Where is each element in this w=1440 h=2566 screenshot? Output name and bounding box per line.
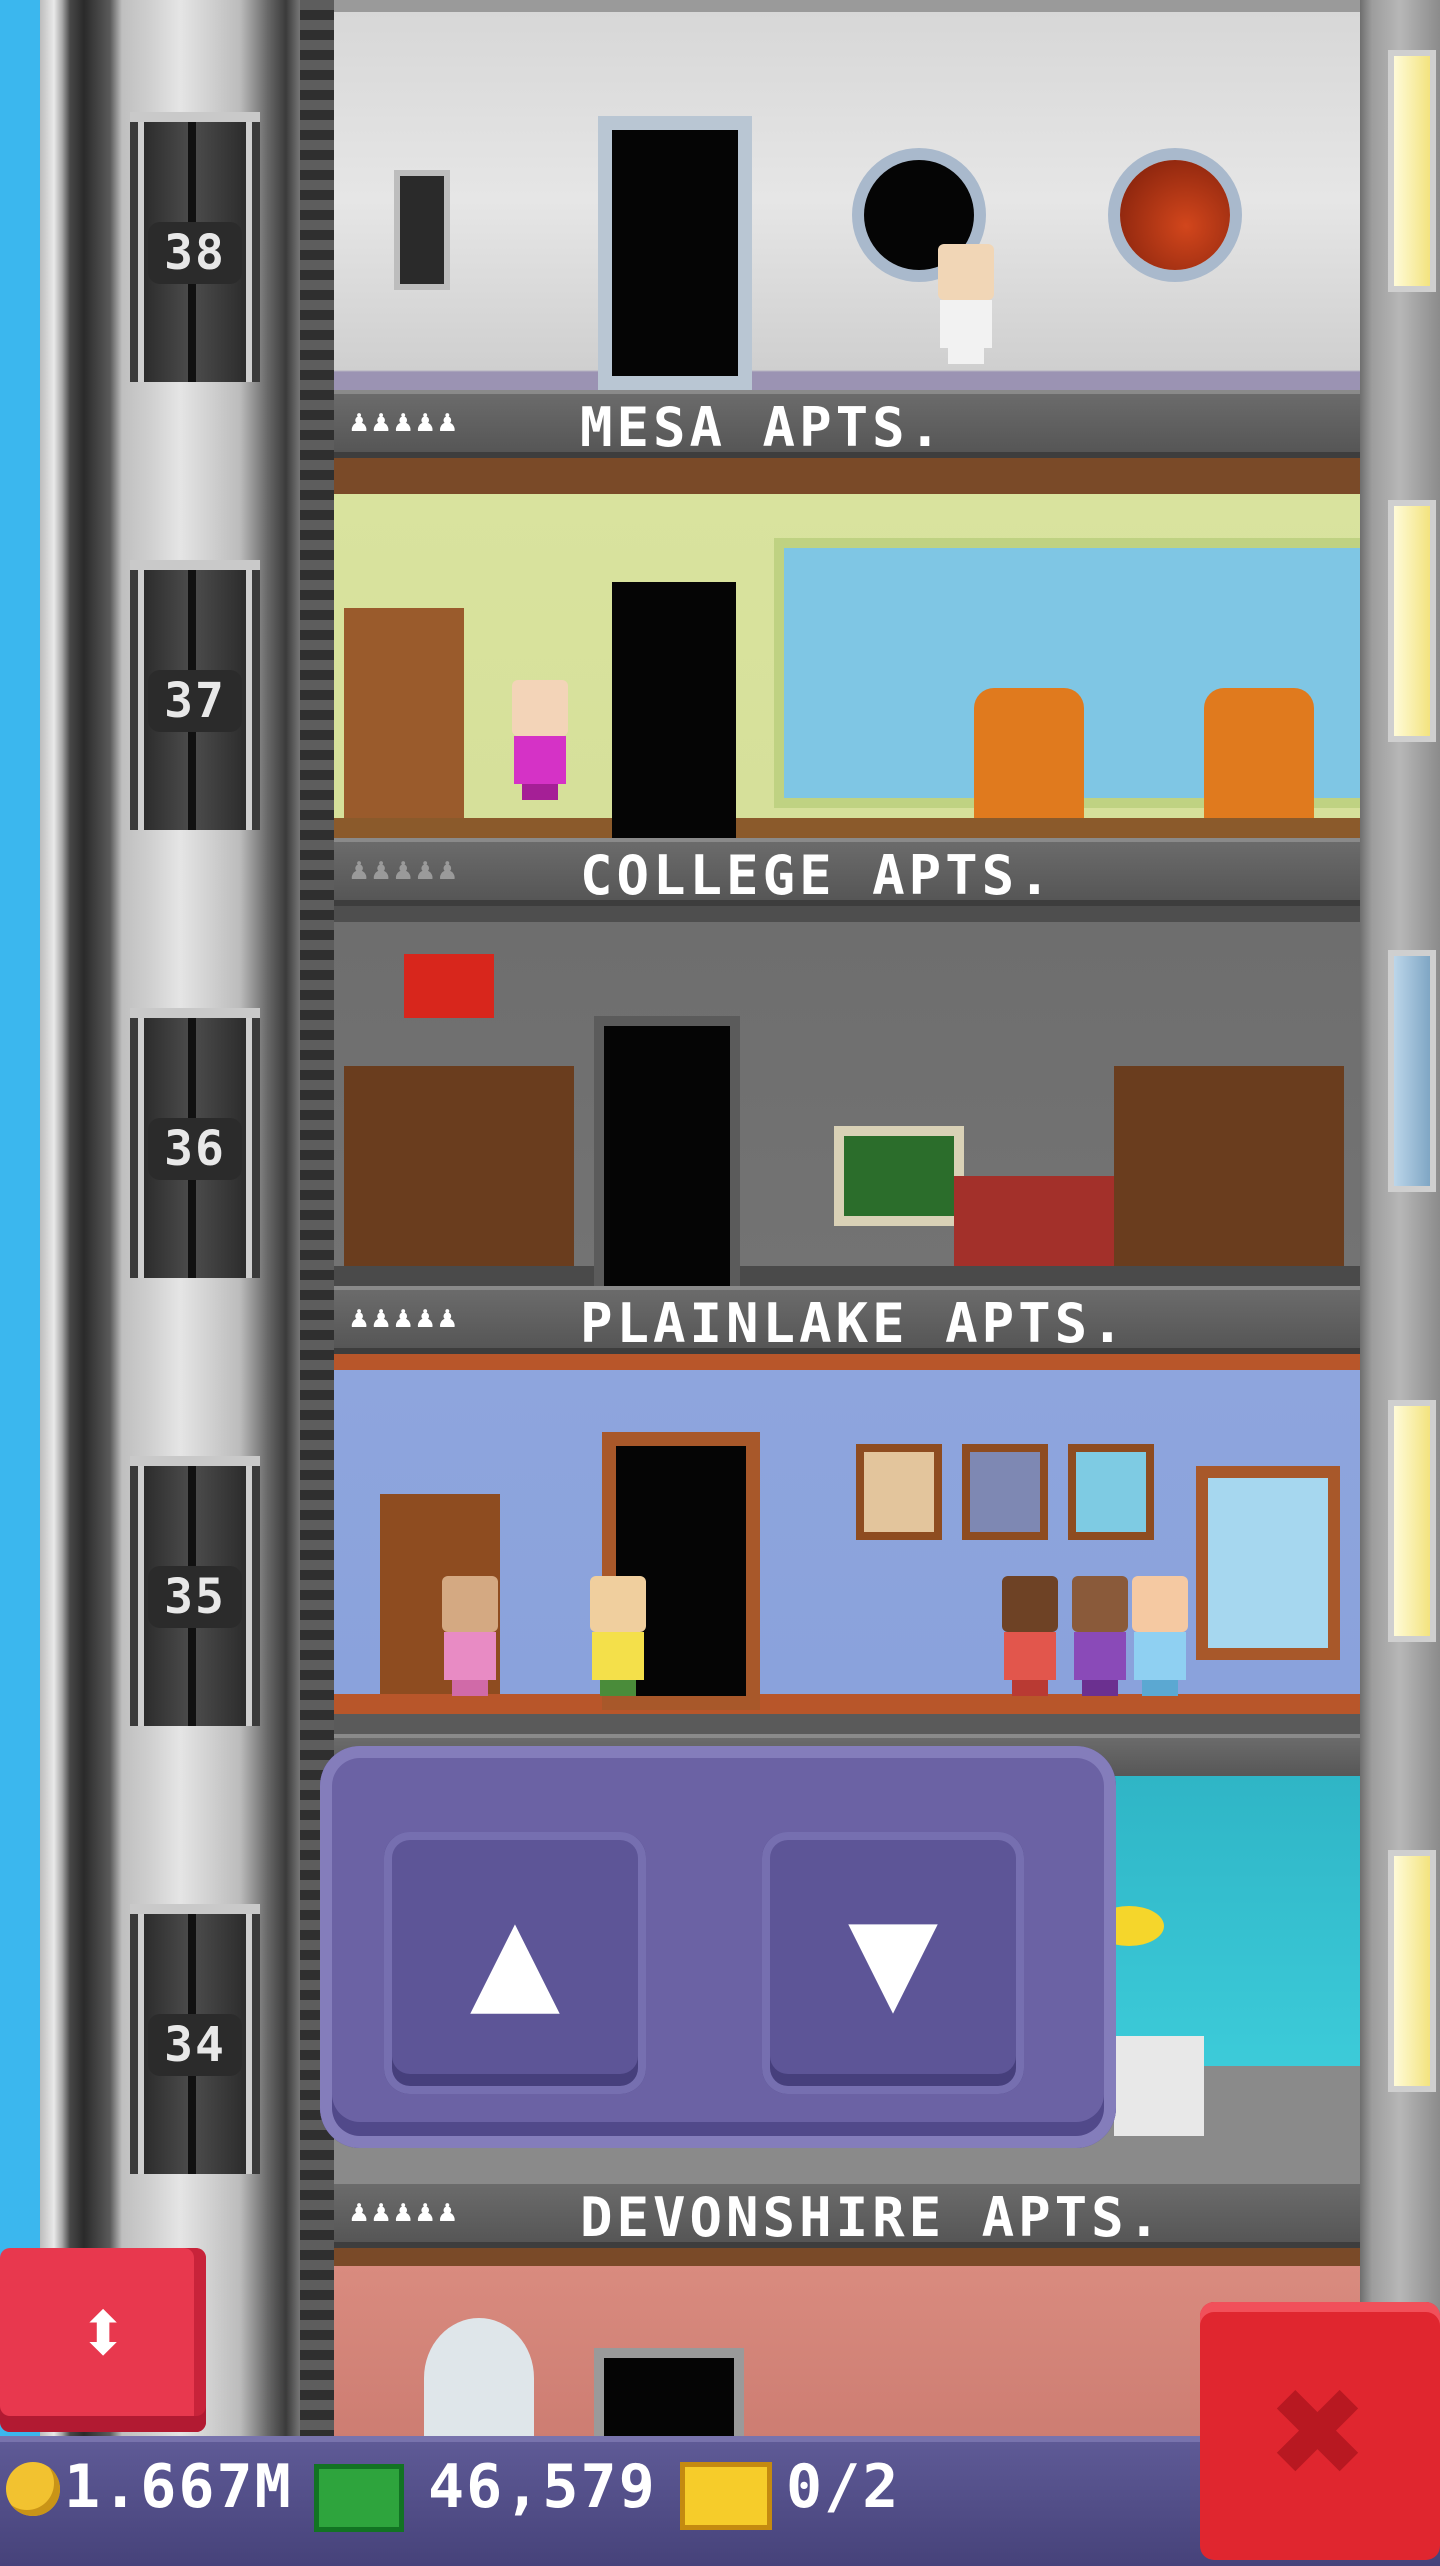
picture-frame bbox=[1068, 1444, 1154, 1540]
scroll-up-button[interactable]: ▲ bbox=[384, 1832, 646, 2094]
tower-window bbox=[1388, 1400, 1436, 1642]
residents-icon: ♟♟♟♟♟ bbox=[350, 404, 461, 439]
resident-person[interactable] bbox=[434, 1576, 504, 1696]
floor-number: 34 bbox=[148, 2014, 242, 2076]
bux-value: 46,579 bbox=[428, 2452, 657, 2522]
floor-name: DEVONSHIRE APTS. bbox=[580, 2186, 1165, 2249]
resident-person[interactable] bbox=[930, 244, 1000, 364]
resident-person[interactable] bbox=[1124, 1576, 1194, 1696]
room-door[interactable] bbox=[612, 130, 738, 376]
elevator-car-35[interactable]: 35 bbox=[130, 1456, 260, 1726]
floor-name: PLAINLAKE APTS. bbox=[580, 1292, 1128, 1355]
ticket-icon bbox=[680, 2462, 772, 2530]
tower-window bbox=[1388, 50, 1436, 292]
elevator-button[interactable]: ⬍ bbox=[0, 2248, 206, 2432]
room-door[interactable] bbox=[612, 582, 736, 838]
bunk-desk bbox=[1114, 1066, 1344, 1266]
elevator-car-34[interactable]: 34 bbox=[130, 1904, 260, 2174]
elevator-car-38[interactable]: 38 bbox=[130, 112, 260, 382]
floor-name: MESA APTS. bbox=[580, 396, 946, 459]
coin-icon bbox=[6, 2462, 60, 2516]
tv-set bbox=[834, 1126, 964, 1226]
picture-frame bbox=[856, 1444, 942, 1540]
armchair bbox=[974, 688, 1084, 818]
down-arrow-icon: ▼ bbox=[847, 1870, 939, 2044]
floor-number: 36 bbox=[148, 1118, 242, 1180]
residents-icon: ♟♟♟♟♟ bbox=[350, 2194, 461, 2229]
tower-window bbox=[1388, 1850, 1436, 2092]
residents-icon: ♟♟♟♟♟ bbox=[350, 1300, 461, 1335]
bux-icon bbox=[314, 2464, 404, 2532]
room-door[interactable] bbox=[604, 2358, 734, 2438]
up-arrow-icon: ▲ bbox=[469, 1870, 561, 2044]
tower-window bbox=[1388, 500, 1436, 742]
bookshelf bbox=[344, 608, 464, 818]
picture-frame bbox=[962, 1444, 1048, 1540]
sky-background bbox=[0, 0, 40, 2560]
stove bbox=[1114, 2036, 1204, 2136]
resident-person[interactable] bbox=[504, 680, 574, 800]
mars-porthole-window bbox=[1120, 160, 1230, 270]
floor-36-room[interactable] bbox=[334, 906, 1360, 1286]
floor-37-room[interactable] bbox=[334, 458, 1360, 838]
close-button[interactable]: ✖ bbox=[1200, 2302, 1440, 2560]
floor-sign-plainlake: ♟♟♟♟♟ PLAINLAKE APTS. bbox=[334, 1286, 1360, 1355]
bunk-desk bbox=[344, 1066, 574, 1266]
cabinet bbox=[954, 1176, 1114, 1266]
wall-panel bbox=[394, 170, 450, 290]
close-icon: ✖ bbox=[1271, 2337, 1369, 2524]
residents-icon: ♟♟♟♟♟ bbox=[350, 852, 461, 887]
resident-person[interactable] bbox=[994, 1576, 1064, 1696]
floor-sign-devonshire: ♟♟♟♟♟ DEVONSHIRE APTS. bbox=[334, 2180, 1360, 2249]
up-down-arrows-icon: ⬍ bbox=[75, 2280, 131, 2385]
coins-value: 1.667M bbox=[64, 2452, 293, 2522]
floor-number: 38 bbox=[148, 222, 242, 284]
mirror bbox=[424, 2318, 534, 2438]
pennant-flag bbox=[404, 954, 494, 1018]
floor-number: 35 bbox=[148, 1566, 242, 1628]
floor-sign-mesa: ♟♟♟♟♟ MESA APTS. bbox=[334, 390, 1360, 459]
room-door[interactable] bbox=[604, 1026, 730, 1286]
floor-name: COLLEGE APTS. bbox=[580, 844, 1055, 907]
tickets-value: 0/2 bbox=[786, 2452, 901, 2522]
scroll-down-button[interactable]: ▼ bbox=[762, 1832, 1024, 2094]
elevator-car-36[interactable]: 36 bbox=[130, 1008, 260, 1278]
window bbox=[1196, 1466, 1340, 1660]
armchair bbox=[1204, 688, 1314, 818]
floor-38-room[interactable] bbox=[334, 0, 1360, 390]
resident-person[interactable] bbox=[582, 1576, 652, 1696]
floor-sign-college: ♟♟♟♟♟ COLLEGE APTS. bbox=[334, 838, 1360, 907]
elevator-car-37[interactable]: 37 bbox=[130, 560, 260, 830]
tower-window bbox=[1388, 950, 1436, 1192]
floor-navigation-panel: ▲ ▼ bbox=[320, 1746, 1116, 2148]
floor-number: 37 bbox=[148, 670, 242, 732]
floor-35-room[interactable] bbox=[334, 1354, 1360, 1734]
